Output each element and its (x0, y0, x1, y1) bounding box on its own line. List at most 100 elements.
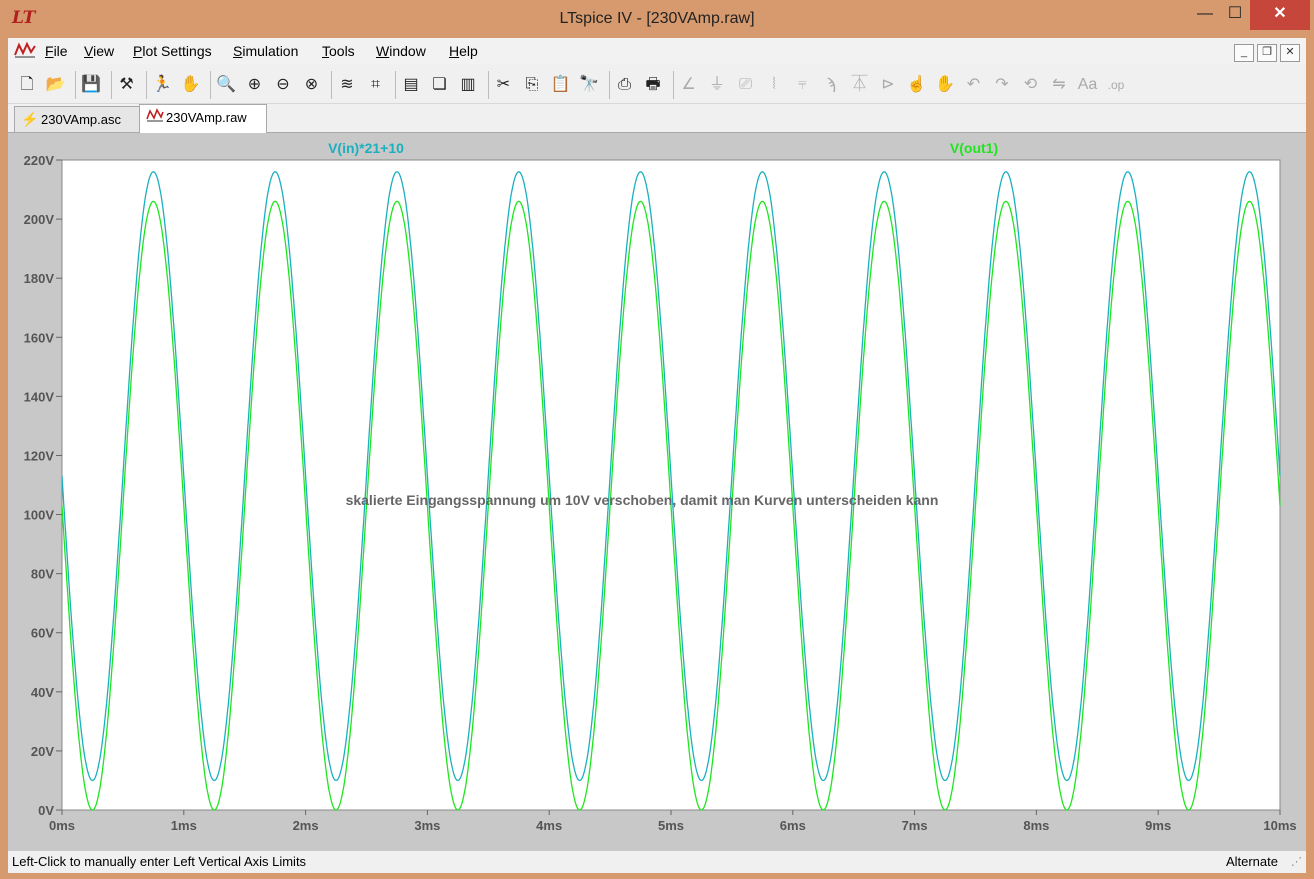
diode-icon[interactable]: ⏄ (849, 74, 871, 96)
menu-window-label: indow (389, 43, 426, 59)
new-schematic-icon[interactable]: 🗋 (16, 74, 38, 96)
menu-view-label: iew (93, 43, 115, 59)
y-tick-label[interactable]: 220V (24, 153, 55, 168)
control-panel-icon[interactable]: ⚒ (116, 74, 138, 96)
menu-simulation[interactable]: Simulation (233, 43, 298, 59)
tile-vertical-icon[interactable]: ▥ (457, 74, 479, 96)
x-tick-label[interactable]: 5ms (658, 818, 684, 833)
tab-230vamp-raw[interactable]: 230VAmp.raw (139, 104, 267, 134)
menu-help[interactable]: Help (449, 43, 478, 59)
menu-window[interactable]: Window (376, 43, 426, 59)
mdi-restore-button[interactable]: ❐ (1257, 44, 1277, 62)
tab-230vamp-asc[interactable]: ⚡ 230VAmp.asc (14, 106, 140, 133)
zoom-out-icon[interactable]: ⊖ (272, 74, 294, 96)
x-tick-label[interactable]: 7ms (902, 818, 928, 833)
print-icon[interactable]: 🖶 (642, 74, 664, 96)
trace-label-vout1[interactable]: V(out1) (950, 140, 998, 156)
x-tick-label[interactable]: 4ms (536, 818, 562, 833)
x-tick-label[interactable]: 10ms (1263, 818, 1296, 833)
y-tick-label[interactable]: 160V (24, 330, 55, 345)
mirror-icon[interactable]: ⇋ (1048, 74, 1070, 96)
y-tick-label[interactable]: 80V (31, 567, 54, 582)
y-tick-label[interactable]: 0V (38, 803, 54, 818)
rotate-icon[interactable]: ⟲ (1020, 74, 1042, 96)
y-tick-label[interactable]: 100V (24, 508, 55, 523)
toolbar-separator (331, 71, 332, 99)
y-tick-label[interactable]: 200V (24, 212, 55, 227)
redo-icon[interactable]: ↷ (991, 74, 1013, 96)
menu-simulation-mnemonic: S (233, 43, 243, 59)
toolbar-separator (146, 71, 147, 99)
ground-icon[interactable]: ⏚ (706, 74, 728, 96)
close-button[interactable]: ✕ (1250, 0, 1310, 30)
y-tick-label[interactable]: 120V (24, 448, 55, 463)
y-tick-label[interactable]: 60V (31, 626, 54, 641)
status-mode: Alternate (1225, 854, 1278, 869)
x-tick-label[interactable]: 1ms (171, 818, 197, 833)
window-title: LTspice IV - [230VAmp.raw] (559, 10, 755, 27)
x-tick-label[interactable]: 2ms (293, 818, 319, 833)
component-icon[interactable]: ⊳ (877, 74, 899, 96)
move-icon[interactable]: ☝ (906, 74, 928, 96)
save-icon[interactable]: 💾 (80, 74, 102, 96)
title-bar: LT LTspice IV - [230VAmp.raw] — ☐ ✕ (0, 0, 1314, 38)
text-icon[interactable]: Aa (1077, 74, 1099, 96)
menu-plot-settings[interactable]: Plot Settings (133, 43, 212, 59)
tile-horizontal-icon[interactable]: ▤ (400, 74, 422, 96)
undo-icon[interactable]: ↶ (963, 74, 985, 96)
x-tick-label[interactable]: 9ms (1145, 818, 1171, 833)
toolbar-separator (210, 71, 211, 99)
x-tick-label[interactable]: 6ms (780, 818, 806, 833)
wire-icon[interactable]: ∠ (678, 74, 700, 96)
y-tick-label[interactable]: 180V (24, 271, 55, 286)
plot-annotation[interactable]: skalierte Eingangsspannung um 10V versch… (346, 492, 939, 508)
resistor-icon[interactable]: ⦚ (763, 74, 785, 96)
fit-icon[interactable]: ⌗ (365, 74, 387, 96)
find-icon[interactable]: 🔭 (578, 74, 600, 96)
x-tick-label[interactable]: 3ms (414, 818, 440, 833)
autorange-icon[interactable]: ≋ (336, 74, 358, 96)
menu-tools-label: ools (329, 43, 355, 59)
toolbar-separator (487, 71, 489, 99)
trace-label-vin[interactable]: V(in)*21+10 (328, 140, 404, 156)
cascade-icon[interactable]: ❏ (429, 74, 451, 96)
copy-icon[interactable]: ⎘ (521, 74, 543, 96)
mdi-minimize-button[interactable]: _ (1234, 44, 1254, 62)
y-tick-label[interactable]: 20V (31, 744, 54, 759)
menu-plot-settings-label: lot Settings (142, 43, 212, 59)
drag-icon[interactable]: ✋ (934, 74, 956, 96)
menu-file[interactable]: File (45, 43, 68, 59)
y-tick-label[interactable]: 40V (31, 685, 54, 700)
capacitor-icon[interactable]: ⫧ (792, 74, 814, 96)
waveform-plot[interactable]: V(in)*21+10 V(out1) skalierte Eingangssp… (8, 133, 1306, 850)
run-icon[interactable]: 🏃 (151, 74, 173, 96)
spice-directive-icon[interactable]: .op (1105, 74, 1127, 96)
print-preview-icon[interactable]: ⎙ (614, 74, 636, 96)
open-icon[interactable]: 📂 (45, 74, 67, 96)
tab-label: 230VAmp.raw (166, 110, 247, 125)
zoom-fit-icon[interactable]: ⊗ (301, 74, 323, 96)
cut-icon[interactable]: ✂ (493, 74, 515, 96)
zoom-in-icon[interactable]: ⊕ (244, 74, 266, 96)
x-tick-label[interactable]: 0ms (49, 818, 75, 833)
menu-tools[interactable]: Tools (322, 43, 355, 59)
menu-bar: File View Plot Settings Simulation Tools… (8, 38, 1306, 64)
label-icon[interactable]: ⎚ (735, 74, 757, 96)
menu-tools-mnemonic: T (322, 43, 329, 59)
inductor-icon[interactable]: ϡ (820, 74, 842, 96)
waveform-plot-pane[interactable]: V(in)*21+10 V(out1) skalierte Eingangssp… (8, 133, 1306, 850)
waveform-window-icon[interactable] (14, 41, 36, 62)
menu-view[interactable]: View (84, 43, 114, 59)
menu-help-label: elp (459, 43, 478, 59)
mdi-close-button[interactable]: ✕ (1280, 44, 1300, 62)
minimize-button[interactable]: — (1190, 0, 1220, 30)
resize-grip-icon[interactable]: ⋰ (1291, 855, 1302, 868)
menu-simulation-label: imulation (242, 43, 299, 59)
y-tick-label[interactable]: 140V (24, 389, 55, 404)
maximize-button[interactable]: ☐ (1220, 0, 1250, 30)
zoom-area-icon[interactable]: 🔍 (215, 74, 237, 96)
status-bar: Left-Click to manually enter Left Vertic… (8, 850, 1306, 873)
x-tick-label[interactable]: 8ms (1023, 818, 1049, 833)
halt-icon[interactable]: ✋ (180, 74, 202, 96)
paste-icon[interactable]: 📋 (550, 74, 572, 96)
